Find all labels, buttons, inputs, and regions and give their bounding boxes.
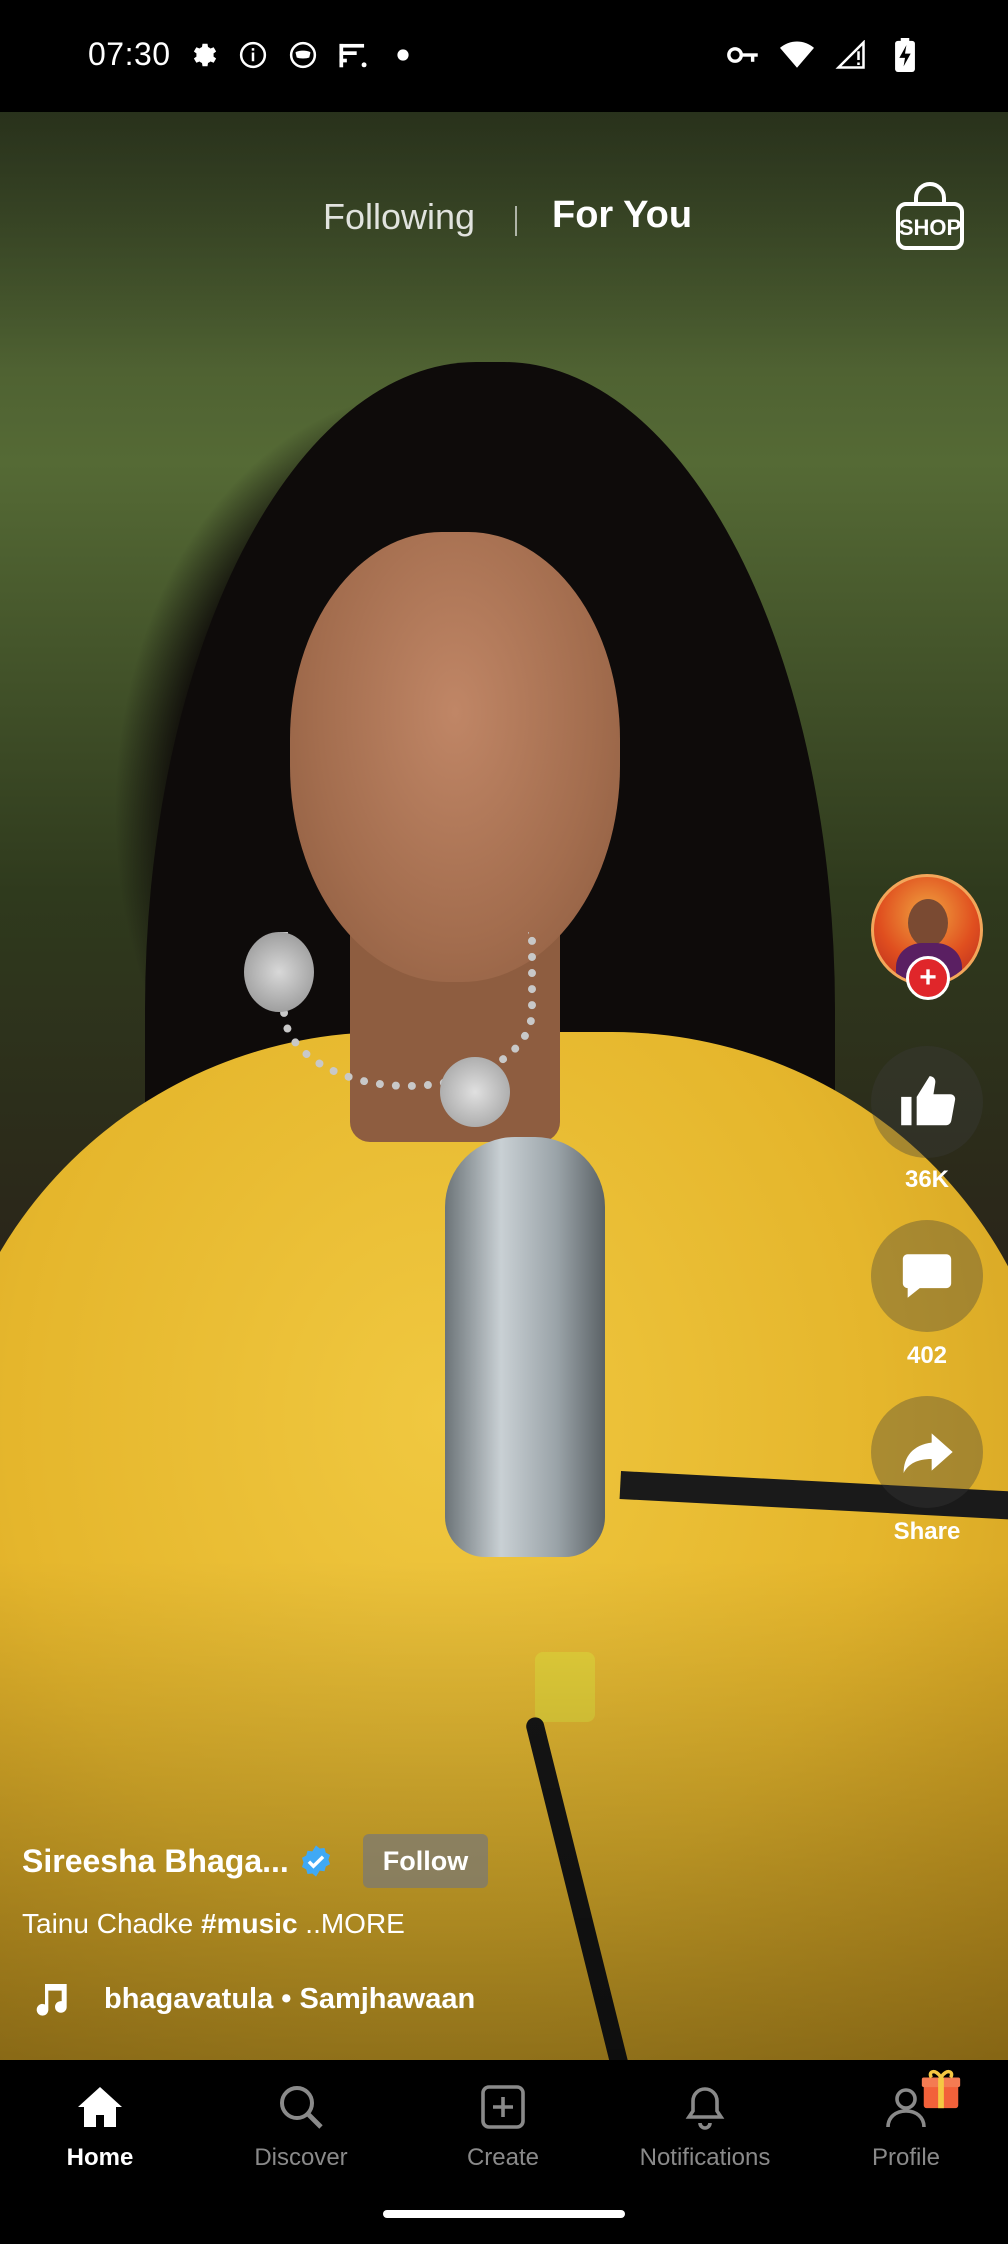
status-time: 07:30 [88, 36, 171, 72]
nav-profile-label: Profile [871, 2144, 941, 2171]
signal-icon [834, 38, 868, 72]
follow-plus-icon[interactable]: + [906, 956, 950, 1000]
video-earring [244, 932, 314, 1012]
share-label: Share [893, 1518, 961, 1545]
filter-icon [336, 38, 370, 72]
tab-divider [515, 206, 517, 236]
nav-home[interactable]: Home [0, 2080, 200, 2190]
follow-button[interactable]: Follow [362, 1834, 489, 1888]
nav-create[interactable]: Create [403, 2080, 603, 2190]
comment-icon [902, 1254, 952, 1298]
music-note-icon [36, 1984, 67, 2016]
shop-button[interactable]: SHOP [892, 180, 968, 252]
gesture-bar[interactable] [383, 2210, 625, 2218]
creator-name[interactable]: Sireesha Bhaga... [22, 1843, 289, 1880]
vpn-key-icon [726, 38, 760, 72]
nav-home-label: Home [66, 2144, 134, 2171]
comment-button[interactable] [871, 1220, 983, 1332]
like-button[interactable] [871, 1046, 983, 1158]
nav-notifications-label: Notifications [639, 2144, 771, 2171]
dot-icon [386, 38, 420, 72]
video-caption[interactable]: Tainu Chadke #music ..MORE [22, 1908, 405, 1940]
bell-icon [678, 2080, 732, 2134]
caption-text: Tainu Chadke [22, 1908, 202, 1939]
video-face [290, 532, 620, 982]
mask-icon [286, 38, 320, 72]
info-icon [236, 38, 270, 72]
verified-badge-icon [301, 1845, 330, 1877]
caption-more[interactable]: ..MORE [298, 1908, 405, 1939]
nav-discover[interactable]: Discover [201, 2080, 401, 2190]
feed-tabs: Following For You [0, 190, 1008, 250]
status-left-icons [186, 38, 420, 72]
nav-profile[interactable]: Profile [806, 2080, 1006, 2190]
share-arrow-icon [903, 1433, 953, 1473]
music-title: bhagavatula • Samjhawaan [104, 1982, 476, 2015]
wifi-icon [780, 38, 814, 72]
video-pendant [440, 1057, 510, 1127]
like-count: 36K [904, 1166, 950, 1193]
nav-create-label: Create [466, 2144, 540, 2171]
nav-discover-label: Discover [254, 2144, 348, 2171]
avatar-face [908, 899, 948, 947]
tab-following[interactable]: Following [323, 196, 475, 238]
home-icon [73, 2080, 127, 2134]
nav-notifications[interactable]: Notifications [605, 2080, 805, 2190]
caption-hashtag[interactable]: #music [201, 1908, 298, 1939]
music-row[interactable]: bhagavatula • Samjhawaan [30, 1976, 475, 2022]
shopping-bag-icon: SHOP [896, 182, 964, 250]
create-plus-icon [476, 2080, 530, 2134]
thumbs-up-icon [901, 1076, 956, 1126]
share-button[interactable] [871, 1396, 983, 1508]
tab-for-you[interactable]: For You [552, 194, 692, 237]
status-right-icons [726, 38, 922, 72]
video-microphone [445, 1137, 605, 1557]
gift-icon[interactable] [918, 2066, 964, 2112]
shop-label: SHOP [899, 215, 961, 240]
battery-charging-icon [888, 38, 922, 72]
search-icon [274, 2080, 328, 2134]
status-bar: 07:30 [0, 0, 1008, 112]
comment-count: 402 [906, 1342, 948, 1369]
creator-row: Sireesha Bhaga... Follow [22, 1834, 489, 1888]
settings-icon [186, 38, 220, 72]
video-player[interactable] [0, 112, 1008, 2060]
